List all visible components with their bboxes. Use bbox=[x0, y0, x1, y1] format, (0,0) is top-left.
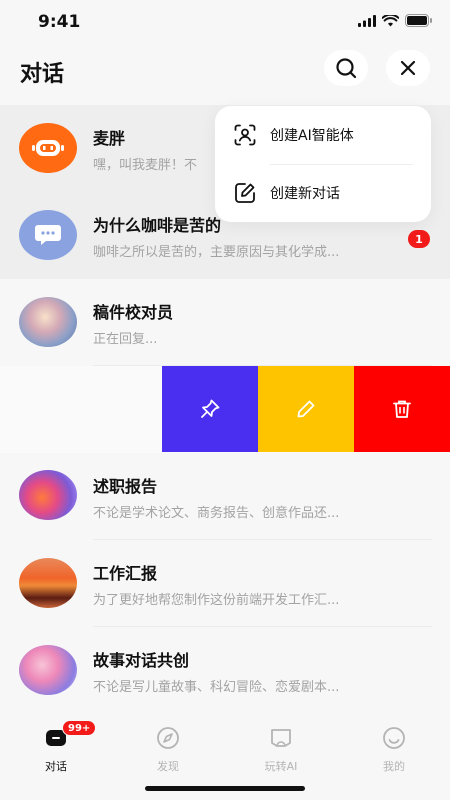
status-icons bbox=[358, 14, 432, 27]
conversation-row[interactable]: 稿件校对员 正在回复... bbox=[0, 279, 450, 366]
search-button[interactable] bbox=[324, 50, 368, 86]
unread-badge: 1 bbox=[408, 230, 430, 248]
battery-icon bbox=[405, 14, 432, 27]
close-button[interactable] bbox=[386, 50, 430, 86]
conversation-title: 为什么咖啡是苦的 bbox=[93, 216, 222, 235]
conversation-preview: 为了更好地帮您制作这份前端开发工作汇... bbox=[93, 593, 340, 608]
conversation-row[interactable]: 述职报告 不论是学术论文、商务报告、创意作品还... bbox=[0, 453, 450, 540]
tab-me[interactable]: 我的 bbox=[338, 722, 450, 782]
tab-chat[interactable]: 99+ 对话 bbox=[0, 720, 112, 782]
swipe-actions-row bbox=[0, 366, 450, 453]
user-scan-icon bbox=[234, 124, 256, 146]
sunset-avatar bbox=[19, 558, 77, 608]
tab-label: 玩转AI bbox=[264, 760, 298, 773]
home-indicator bbox=[145, 786, 305, 791]
delete-button[interactable] bbox=[354, 366, 450, 452]
ai-cards-icon bbox=[271, 729, 291, 747]
tab-play-ai[interactable]: 玩转AI bbox=[225, 722, 337, 782]
compass-icon bbox=[157, 727, 179, 749]
conversation-title: 麦胖 bbox=[93, 129, 126, 148]
pin-icon bbox=[201, 399, 220, 418]
robot-avatar bbox=[19, 123, 77, 173]
wifi-icon bbox=[382, 14, 399, 26]
conversation-title: 述职报告 bbox=[93, 477, 158, 496]
page-title: 对话 bbox=[20, 62, 65, 87]
conversation-row[interactable]: 故事对话共创 不论是写儿童故事、科幻冒险、恋爱剧本... bbox=[0, 627, 450, 714]
tab-discover[interactable]: 发现 bbox=[112, 722, 224, 782]
conversation-preview: 咖啡之所以是苦的，主要原因与其化学成... bbox=[93, 245, 340, 260]
gradient-avatar bbox=[19, 297, 77, 347]
chat-bubble-icon bbox=[35, 225, 61, 245]
conversation-title: 稿件校对员 bbox=[93, 303, 174, 322]
conversation-preview: 不论是学术论文、商务报告、创意作品还... bbox=[93, 506, 340, 521]
smile-profile-icon bbox=[383, 727, 405, 749]
tab-badge: 99+ bbox=[62, 720, 97, 736]
menu-item-label: 创建新对话 bbox=[270, 186, 340, 202]
pencil-icon bbox=[297, 400, 315, 418]
tab-label: 对话 bbox=[45, 760, 67, 773]
tab-label: 发现 bbox=[157, 760, 179, 773]
conversation-row[interactable]: 工作汇报 为了更好地帮您制作这份前端开发工作汇... bbox=[0, 540, 450, 627]
gradient-avatar bbox=[19, 645, 77, 695]
pin-button[interactable] bbox=[162, 366, 258, 452]
gradient-avatar bbox=[19, 470, 77, 520]
edit-chat-icon bbox=[235, 183, 255, 203]
conversation-preview: 正在回复... bbox=[93, 332, 158, 347]
menu-item-create-agent[interactable]: 创建AI智能体 bbox=[215, 106, 431, 164]
chat-bubble-avatar bbox=[19, 210, 77, 260]
close-icon bbox=[400, 60, 416, 76]
edit-button[interactable] bbox=[258, 366, 354, 452]
status-bar: 9:41 bbox=[0, 0, 450, 44]
create-menu-popup: 创建AI智能体 创建新对话 bbox=[215, 106, 431, 222]
robot-icon bbox=[32, 140, 64, 156]
header: 对话 bbox=[0, 44, 450, 104]
status-time: 9:41 bbox=[38, 12, 81, 32]
conversation-preview: 不论是写儿童故事、科幻冒险、恋爱剧本... bbox=[93, 680, 340, 695]
search-icon bbox=[336, 58, 357, 79]
tab-label: 我的 bbox=[383, 760, 405, 773]
signal-icon bbox=[358, 14, 376, 27]
conversation-title: 故事对话共创 bbox=[93, 651, 190, 670]
conversation-title: 工作汇报 bbox=[93, 564, 158, 583]
menu-item-new-chat[interactable]: 创建新对话 bbox=[215, 164, 431, 222]
trash-icon bbox=[393, 400, 411, 418]
menu-item-label: 创建AI智能体 bbox=[270, 128, 354, 144]
